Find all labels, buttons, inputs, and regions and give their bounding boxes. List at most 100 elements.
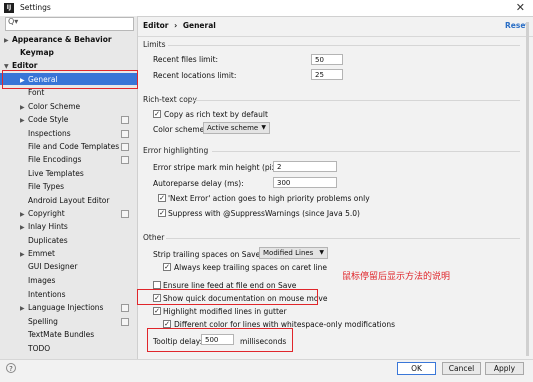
sidebar-item-appearance-behavior[interactable]: ▶ Appearance & Behavior	[4, 35, 112, 44]
sidebar-item-spelling[interactable]: Spelling	[20, 317, 58, 326]
chevron-down-icon: ▼	[261, 124, 266, 131]
sidebar-item-file-and-code-templates[interactable]: File and Code Templates	[20, 142, 119, 151]
color-scheme-dropdown[interactable]: Active scheme ▼	[203, 122, 270, 134]
chevron-right-icon[interactable]: ▶	[20, 224, 28, 231]
sidebar-item-images[interactable]: Images	[20, 276, 55, 285]
chevron-right-icon[interactable]: ▶	[20, 117, 28, 124]
sidebar-item-label: Code Style	[28, 115, 69, 124]
section-rich-text-title: Rich-text copy	[143, 95, 197, 104]
sidebar-item-label: Live Templates	[28, 169, 84, 178]
sidebar-item-label: Keymap	[20, 48, 54, 57]
copy-rich-text-checkbox[interactable]: ✓	[153, 110, 161, 118]
sidebar-item-editor[interactable]: ▼ Editor	[4, 61, 38, 70]
recent-locations-field[interactable]: 25	[311, 69, 343, 80]
sidebar-item-duplicates[interactable]: Duplicates	[20, 236, 68, 245]
recent-files-field[interactable]: 50	[311, 54, 343, 65]
error-stripe-field[interactable]: 2	[273, 161, 337, 172]
sidebar-item-keymap[interactable]: Keymap	[12, 48, 54, 57]
sidebar-item-label: Copyright	[28, 209, 65, 218]
sidebar-item-label: File and Code Templates	[28, 142, 120, 151]
different-color-checkbox[interactable]: ✓	[163, 320, 171, 328]
sidebar-item-android-layout-editor[interactable]: Android Layout Editor	[20, 196, 109, 205]
sidebar-item-inlay-hints[interactable]: ▶ Inlay Hints	[20, 222, 68, 231]
sidebar-item-language-injections[interactable]: ▶ Language Injections	[20, 303, 103, 312]
sidebar-item-todo[interactable]: TODO	[20, 344, 50, 353]
keep-trailing-label: Always keep trailing spaces on caret lin…	[174, 263, 328, 272]
sidebar-item-copyright[interactable]: ▶ Copyright	[20, 209, 65, 218]
chevron-down-icon[interactable]: ▼	[4, 63, 12, 70]
recent-locations-label: Recent locations limit:	[153, 71, 237, 80]
autoreparse-field[interactable]: 300	[273, 177, 337, 188]
sidebar-item-file-types[interactable]: File Types	[20, 182, 64, 191]
sidebar-item-font[interactable]: Font	[20, 88, 44, 97]
title-bar	[0, 0, 533, 17]
annotation-note: 鼠标停留后显示方法的说明	[342, 272, 451, 282]
section-divider	[168, 45, 520, 46]
app-icon: IJ	[4, 3, 14, 13]
chevron-right-icon[interactable]: ▶	[20, 305, 28, 312]
sidebar-item-label: Editor	[12, 61, 38, 70]
chevron-right-icon[interactable]: ▶	[20, 104, 28, 111]
sidebar-item-live-templates[interactable]: Live Templates	[20, 169, 84, 178]
sidebar-item-label: Inlay Hints	[28, 222, 68, 231]
keep-trailing-checkbox[interactable]: ✓	[163, 263, 171, 271]
sidebar-item-textmate-bundles[interactable]: TextMate Bundles	[20, 330, 94, 339]
suppress-warnings-checkbox[interactable]: ✓	[158, 209, 166, 217]
sidebar-item-gui-designer[interactable]: GUI Designer	[20, 262, 78, 271]
section-divider	[212, 151, 520, 152]
recent-files-label: Recent files limit:	[153, 55, 219, 64]
sidebar-item-label: Font	[28, 88, 45, 97]
sidebar-item-label: Color Scheme	[28, 102, 81, 111]
highlight-box-quick-doc	[137, 289, 318, 305]
sidebar-item-color-scheme[interactable]: ▶ Color Scheme	[20, 102, 80, 111]
section-limits-title: Limits	[143, 40, 166, 49]
sidebar-item-label: TODO	[28, 344, 51, 353]
scrollbar[interactable]	[526, 22, 529, 356]
breadcrumb-parent[interactable]: Editor	[143, 21, 169, 30]
help-icon[interactable]: ?	[6, 363, 16, 373]
search-icon: Q▾	[8, 17, 19, 26]
sidebar-item-label: Language Injections	[28, 303, 104, 312]
chevron-right-icon[interactable]: ▶	[20, 211, 28, 218]
chevron-right-icon[interactable]: ▶	[20, 251, 28, 258]
sidebar-item-emmet[interactable]: ▶ Emmet	[20, 249, 55, 258]
error-stripe-label: Error stripe mark min height (pixels):	[153, 163, 293, 172]
project-scope-icon	[121, 210, 129, 218]
apply-button[interactable]: Apply	[485, 362, 524, 375]
window-title: Settings	[20, 3, 51, 12]
sidebar-item-label: Duplicates	[28, 236, 68, 245]
sidebar-item-label: Android Layout Editor	[28, 196, 110, 205]
sidebar-item-label: Intentions	[28, 290, 66, 299]
strip-trailing-label: Strip trailing spaces on Save:	[153, 250, 263, 259]
sidebar-item-intentions[interactable]: Intentions	[20, 290, 66, 299]
ensure-lf-checkbox[interactable]	[153, 281, 161, 289]
highlight-lines-label: Highlight modified lines in gutter	[163, 307, 287, 316]
ok-button[interactable]: OK	[397, 362, 436, 375]
section-error-highlighting-title: Error highlighting	[143, 146, 209, 155]
strip-trailing-value: Modified Lines	[263, 249, 314, 257]
project-scope-icon	[121, 304, 129, 312]
cancel-button[interactable]: Cancel	[442, 362, 481, 375]
sidebar-item-file-encodings[interactable]: File Encodings	[20, 155, 81, 164]
next-error-label: 'Next Error' action goes to high priorit…	[168, 194, 370, 203]
next-error-checkbox[interactable]: ✓	[158, 194, 166, 202]
breadcrumb: Editor › General	[143, 21, 216, 30]
sidebar-item-inspections[interactable]: Inspections	[20, 129, 71, 138]
search-input[interactable]	[5, 17, 134, 31]
sidebar-item-label: Inspections	[28, 129, 71, 138]
close-icon[interactable]: ✕	[516, 1, 525, 14]
project-scope-icon	[121, 143, 129, 151]
sidebar-item-label: TextMate Bundles	[28, 330, 95, 339]
breadcrumb-separator: ›	[174, 21, 178, 30]
highlight-lines-checkbox[interactable]: ✓	[153, 307, 161, 315]
sidebar-item-label: Emmet	[28, 249, 55, 258]
highlight-box-tooltip-delay	[147, 328, 293, 352]
strip-trailing-dropdown[interactable]: Modified Lines ▼	[259, 247, 328, 259]
sidebar-item-label: File Types	[28, 182, 65, 191]
chevron-right-icon[interactable]: ▶	[4, 37, 12, 44]
project-scope-icon	[121, 116, 129, 124]
section-divider	[166, 238, 520, 239]
suppress-warnings-label: Suppress with @SuppressWarnings (since J…	[168, 209, 360, 218]
sidebar-item-code-style[interactable]: ▶ Code Style	[20, 115, 68, 124]
breadcrumb-current: General	[182, 21, 216, 30]
